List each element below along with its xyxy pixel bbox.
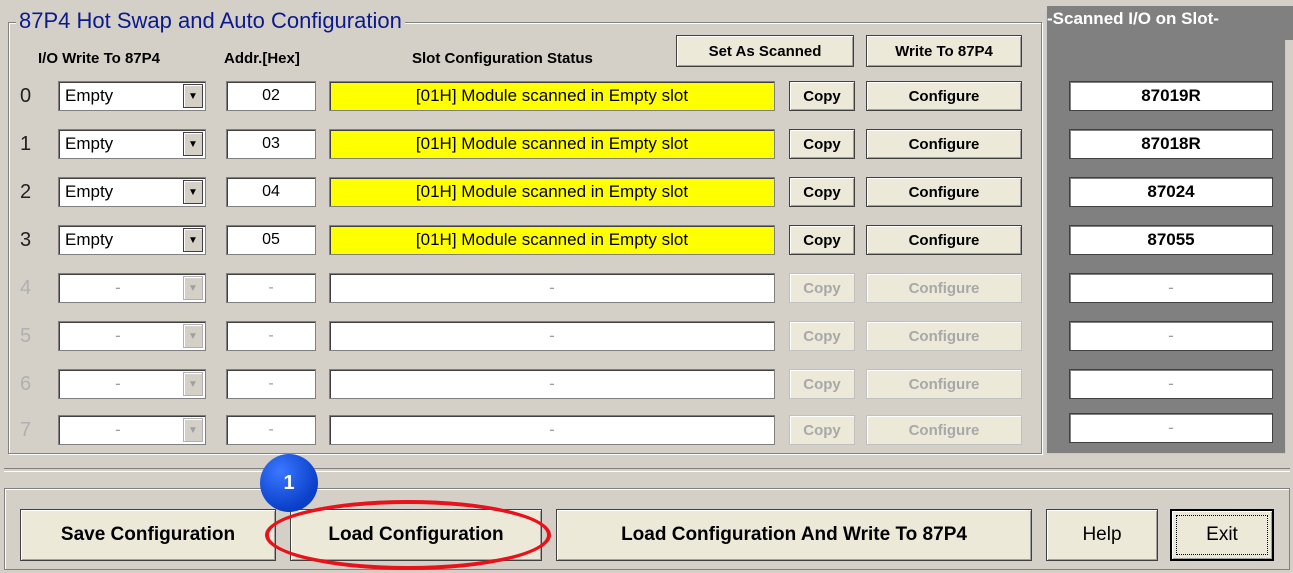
scanned-io-title-text: Scanned I/O on Slot: [1052, 9, 1214, 28]
addr-field[interactable]: 04: [226, 177, 316, 207]
io-select-value: -: [115, 420, 121, 439]
write-to-87p4-button[interactable]: Write To 87P4: [866, 35, 1022, 67]
load-and-write-button[interactable]: Load Configuration And Write To 87P4: [556, 509, 1032, 561]
configure-button: Configure: [866, 321, 1022, 351]
addr-field[interactable]: 05: [226, 225, 316, 255]
chevron-down-icon: ▼: [183, 276, 203, 300]
set-as-scanned-button[interactable]: Set As Scanned: [676, 35, 854, 67]
col-addr: Addr.[Hex]: [224, 50, 300, 67]
chevron-down-icon[interactable]: ▼: [183, 180, 203, 204]
slot-number: 0: [20, 85, 32, 107]
step-badge: 1: [260, 454, 318, 512]
exit-button[interactable]: Exit: [1170, 509, 1274, 561]
addr-field[interactable]: 02: [226, 81, 316, 111]
copy-button: Copy: [789, 273, 855, 303]
addr-field: -: [226, 369, 316, 399]
copy-button: Copy: [789, 321, 855, 351]
copy-button[interactable]: Copy: [789, 225, 855, 255]
io-select: - ▼: [58, 273, 206, 303]
load-configuration-button[interactable]: Load Configuration: [290, 509, 542, 561]
chevron-down-icon[interactable]: ▼: [183, 228, 203, 252]
copy-button[interactable]: Copy: [789, 81, 855, 111]
chevron-down-icon: ▼: [183, 324, 203, 348]
copy-button[interactable]: Copy: [789, 177, 855, 207]
slot-row: 3 Empty ▼ 05 [01H] Module scanned in Empt…: [0, 223, 1040, 257]
chevron-down-icon: ▼: [183, 418, 203, 442]
status-field: -: [329, 369, 775, 399]
scanned-slot-value: 87018R: [1069, 129, 1273, 159]
slot-row: 5 - ▼ - - Copy Configure: [0, 319, 1040, 353]
scanned-slot-value: -: [1069, 273, 1273, 303]
io-select[interactable]: Empty ▼: [58, 177, 206, 207]
scanned-slot-value: 87055: [1069, 225, 1273, 255]
io-select-value: -: [115, 278, 121, 297]
io-select-value: -: [115, 374, 121, 393]
slot-number: 2: [20, 181, 32, 203]
copy-button[interactable]: Copy: [789, 129, 855, 159]
io-select-value: Empty: [65, 86, 114, 105]
copy-button: Copy: [789, 415, 855, 445]
slot-row: 6 - ▼ - - Copy Configure: [0, 367, 1040, 401]
io-select: - ▼: [58, 321, 206, 351]
separator: [4, 468, 1290, 472]
io-select-value: Empty: [65, 230, 114, 249]
scanned-slot-value: -: [1069, 369, 1273, 399]
copy-button: Copy: [789, 369, 855, 399]
status-field: [01H] Module scanned in Empty slot: [329, 129, 775, 159]
hot-swap-window: 87P4 Hot Swap and Auto Configuration I/O…: [0, 0, 1293, 573]
slot-number: 1: [20, 133, 32, 155]
io-select-value: Empty: [65, 182, 114, 201]
io-select-value: -: [115, 326, 121, 345]
addr-field: -: [226, 415, 316, 445]
slot-number: 6: [20, 373, 32, 395]
io-select-value: Empty: [65, 134, 114, 153]
configure-button: Configure: [866, 369, 1022, 399]
status-field: [01H] Module scanned in Empty slot: [329, 81, 775, 111]
col-status: Slot Configuration Status: [412, 50, 593, 67]
configure-button[interactable]: Configure: [866, 81, 1022, 111]
status-field: [01H] Module scanned in Empty slot: [329, 225, 775, 255]
io-select[interactable]: Empty ▼: [58, 81, 206, 111]
scanned-slot-value: 87019R: [1069, 81, 1273, 111]
status-field: -: [329, 415, 775, 445]
status-field: -: [329, 273, 775, 303]
slot-number: 3: [20, 229, 32, 251]
scanned-slot-value: 87024: [1069, 177, 1273, 207]
configure-button[interactable]: Configure: [866, 129, 1022, 159]
configure-button[interactable]: Configure: [866, 225, 1022, 255]
configure-button[interactable]: Configure: [866, 177, 1022, 207]
configure-button: Configure: [866, 273, 1022, 303]
io-select[interactable]: Empty ▼: [58, 225, 206, 255]
configure-button: Configure: [866, 415, 1022, 445]
slot-row: 1 Empty ▼ 03 [01H] Module scanned in Empt…: [0, 127, 1040, 161]
slot-row: 4 - ▼ - - Copy Configure: [0, 271, 1040, 305]
io-select[interactable]: Empty ▼: [58, 129, 206, 159]
help-button[interactable]: Help: [1046, 509, 1158, 561]
scanned-slot-value: -: [1069, 413, 1273, 443]
addr-field: -: [226, 273, 316, 303]
save-configuration-button[interactable]: Save Configuration: [20, 509, 276, 561]
slot-row: 2 Empty ▼ 04 [01H] Module scanned in Empt…: [0, 175, 1040, 209]
status-field: -: [329, 321, 775, 351]
slot-row: 7 - ▼ - - Copy Configure: [0, 413, 1040, 447]
slot-number: 4: [20, 277, 32, 299]
slot-number: 7: [20, 419, 32, 441]
status-field: [01H] Module scanned in Empty slot: [329, 177, 775, 207]
scanned-slot-value: -: [1069, 321, 1273, 351]
chevron-down-icon: ▼: [183, 372, 203, 396]
io-select: - ▼: [58, 369, 206, 399]
addr-field[interactable]: 03: [226, 129, 316, 159]
col-io-write: I/O Write To 87P4: [38, 50, 160, 67]
scanned-io-title: -Scanned I/O on Slot-: [1047, 6, 1293, 40]
slot-row: 0 Empty ▼ 02 [01H] Module scanned in Empt…: [0, 79, 1040, 113]
chevron-down-icon[interactable]: ▼: [183, 132, 203, 156]
window-title: 87P4 Hot Swap and Auto Configuration: [16, 8, 405, 34]
io-select: - ▼: [58, 415, 206, 445]
chevron-down-icon[interactable]: ▼: [183, 84, 203, 108]
slot-number: 5: [20, 325, 32, 347]
addr-field: -: [226, 321, 316, 351]
